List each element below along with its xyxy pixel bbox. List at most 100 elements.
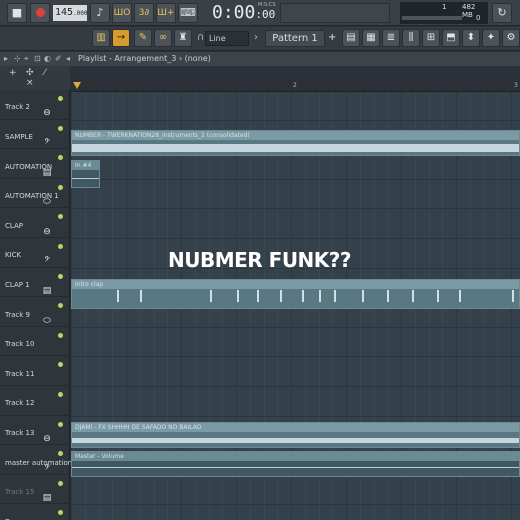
intro-clap-clip[interactable]: intro clap (71, 279, 520, 309)
tempo-display[interactable]: 145.000 (53, 5, 88, 21)
track-header[interactable]: AUTOMATION ▤ (0, 149, 70, 179)
channel-rack-icon[interactable]: ▦ (362, 29, 380, 47)
playlist-icon[interactable]: ▤ (342, 29, 360, 47)
track-header[interactable]: Track 11 (0, 356, 70, 386)
track-enable-indicator[interactable] (58, 362, 63, 368)
ellipse-icon: ⬭ (43, 315, 51, 326)
track-header[interactable]: KICK 𝄢 (0, 238, 70, 268)
arrow-right-icon[interactable]: → (112, 29, 130, 47)
piano-keys-icon[interactable]: ▥ (92, 29, 110, 47)
settings-icon[interactable]: ⚙ (502, 29, 520, 47)
master-volume-clip[interactable]: Master - Volume (71, 451, 520, 477)
bass-clef-icon: 𝄢 (44, 137, 50, 148)
pencil-icon[interactable]: ✎ (134, 29, 152, 47)
paint-icon[interactable]: ✐ (55, 52, 62, 66)
clap-hit (140, 290, 142, 302)
track-enable-indicator[interactable] (58, 184, 63, 190)
zoom-icon[interactable]: ⌖ (24, 52, 29, 66)
chevron-right-icon[interactable]: › (254, 32, 258, 43)
track-header[interactable]: SAMPLE 𝄢 (0, 120, 70, 150)
automation-clip[interactable]: In #4 (71, 160, 100, 188)
track-enable-indicator[interactable] (58, 155, 63, 161)
track-name: master automation (5, 458, 73, 467)
pin-icon[interactable]: ⬍ (462, 29, 480, 47)
help-icon[interactable]: ✦ (482, 29, 500, 47)
track-enable-indicator[interactable] (58, 510, 63, 516)
grid-row-line (71, 208, 520, 210)
track-enable-indicator[interactable] (58, 214, 63, 220)
close-icon[interactable]: × (26, 78, 34, 88)
mixer-icon[interactable]: ⫼ (402, 29, 420, 47)
track-enable-indicator[interactable] (58, 451, 63, 457)
polyphony-value: 0 (476, 14, 481, 22)
track-name: Track 12 (5, 399, 35, 408)
detach-icon[interactable]: ⊡ (34, 52, 41, 66)
track-header[interactable]: master automation 𝄢 (0, 445, 73, 475)
track-enable-indicator[interactable] (58, 273, 63, 279)
clap-hit (362, 290, 364, 302)
track13-clip[interactable]: DJAMI - FX SHHHH DE SAFADO NO BAILAO (71, 422, 520, 448)
clap-hit (459, 290, 461, 302)
timeline-ruler[interactable]: 2 3 (71, 80, 520, 92)
menu-arrow-icon[interactable]: ▸ (4, 52, 8, 66)
track-header[interactable]: CLAP ⊖ (0, 208, 70, 238)
undo-icon[interactable]: ↻ (492, 3, 512, 23)
move-icon[interactable]: ✣ (26, 68, 34, 78)
ruler-mark-2: 2 (293, 82, 297, 89)
track-enable-indicator[interactable] (58, 391, 63, 397)
audio-icon[interactable]: ◐ (44, 52, 51, 66)
track-header[interactable]: Track 2 ⊖ (0, 90, 70, 120)
track-header[interactable]: Track 13 ⊖ (0, 416, 70, 446)
track-header[interactable]: AUTOMATION 1 ⬭ (0, 179, 70, 209)
piano-roll-icon[interactable]: ≣ (382, 29, 400, 47)
drum-icon: ⊖ (43, 108, 51, 119)
metronome-button[interactable]: ♪ (90, 3, 110, 23)
playhead-marker[interactable] (73, 82, 81, 89)
sample-clip[interactable]: NUMBER - TWERKNATION28_instruments_2 (co… (71, 130, 520, 156)
typing-keyboard-button[interactable]: ⌨ (178, 3, 198, 23)
wand-icon[interactable]: ⁄ (44, 68, 46, 78)
link-icon[interactable]: ∞ (154, 29, 172, 47)
track-enable-indicator[interactable] (58, 303, 63, 309)
grid-row-line (71, 386, 520, 387)
record-button[interactable] (30, 3, 50, 23)
track-enable-indicator[interactable] (58, 243, 63, 249)
step-mode-button[interactable]: Ш+ (156, 3, 176, 23)
clap-hit (512, 290, 514, 302)
grid-row-line (71, 415, 520, 417)
add-icon[interactable]: + (9, 68, 17, 78)
pattern-select[interactable]: Pattern 1 (265, 30, 325, 47)
add-pattern-icon[interactable]: + (328, 32, 336, 43)
pattern-mode-button[interactable]: ШО (112, 3, 132, 23)
track-header[interactable]: Drums⬭ (0, 504, 70, 520)
cpu-value: 1 (442, 3, 447, 11)
stamp-icon[interactable]: ♜ (174, 29, 192, 47)
song-mode-button[interactable]: 3∂ (134, 3, 154, 23)
snap-icon[interactable]: ⊹ (14, 52, 21, 66)
track-enable-indicator[interactable] (58, 95, 63, 101)
track-header[interactable]: Track 12 (0, 386, 70, 416)
browser-icon[interactable]: ⊞ (422, 29, 440, 47)
magnet-icon[interactable]: ∩ (197, 32, 204, 43)
track-header[interactable]: CLAP 1 ▤ (0, 268, 70, 298)
stop-button[interactable]: ■ (7, 3, 27, 23)
track-enable-indicator[interactable] (58, 480, 63, 486)
clip-label: NUMBER - TWERKNATION28_instruments_2 (co… (75, 132, 250, 139)
clap-hit (437, 290, 439, 302)
track-enable-indicator[interactable] (58, 125, 63, 131)
track-enable-indicator[interactable] (58, 421, 63, 427)
clap-hit (412, 290, 414, 302)
track-header[interactable]: Track 10 (0, 327, 70, 357)
mixer-icon: ▤ (42, 493, 52, 504)
overlay-caption: NUBMER FUNK?? (168, 248, 352, 272)
track-header[interactable]: Track 9 ⬭ (0, 297, 70, 327)
track-header[interactable]: Track 15 ▤ (0, 475, 70, 505)
track-enable-indicator[interactable] (58, 332, 63, 338)
snap-select[interactable]: Line (205, 31, 249, 46)
track-name: KICK (5, 251, 22, 260)
memory-value: 482 MB (462, 3, 476, 19)
drum-icon: ⊖ (43, 433, 51, 444)
track-name: SAMPLE (5, 132, 33, 141)
speaker-icon[interactable]: ◂ (66, 52, 70, 66)
plugin-icon[interactable]: ⬒ (442, 29, 460, 47)
